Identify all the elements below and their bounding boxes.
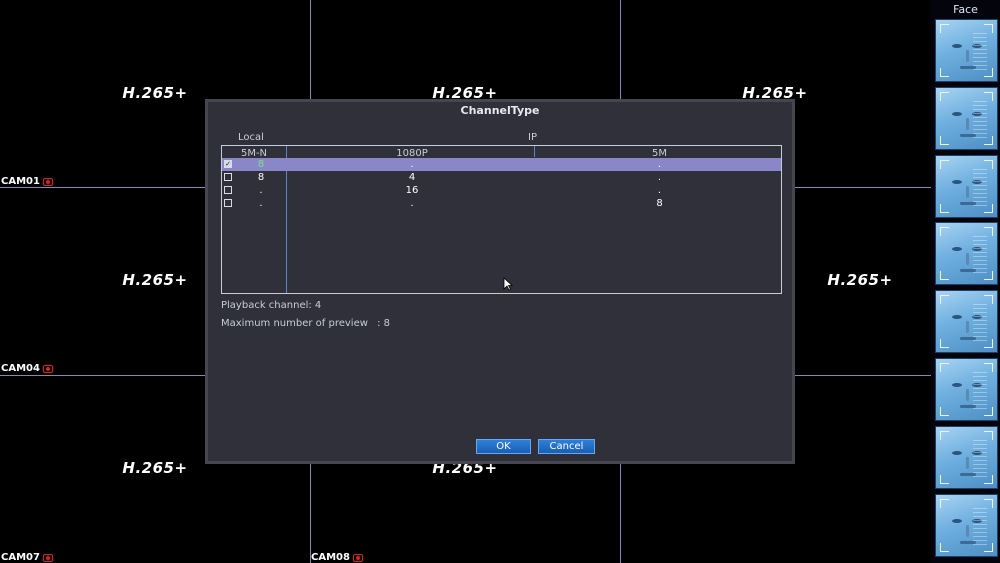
camera-name: CAM04 bbox=[1, 363, 53, 374]
playback-channel-info: Playback channel: 4 bbox=[221, 300, 322, 311]
cell-1080p: 16 bbox=[405, 185, 419, 196]
row-checkbox[interactable] bbox=[224, 199, 232, 207]
record-icon bbox=[42, 364, 53, 373]
cell-1080p: 4 bbox=[408, 172, 416, 183]
table-row[interactable]: ✓ 8 . . bbox=[222, 158, 781, 171]
channel-table: 5M-N 1080P 5M ✓ 8 . . 8 4 . . 16 . . . 8 bbox=[221, 145, 782, 294]
max-preview-info: Maximum number of preview : 8 bbox=[221, 318, 390, 329]
dialog-title: ChannelType bbox=[460, 104, 540, 117]
row-checkbox[interactable]: ✓ bbox=[224, 160, 232, 168]
record-icon bbox=[352, 553, 363, 562]
cell-5m-n: . bbox=[259, 198, 263, 209]
record-icon bbox=[42, 553, 53, 562]
camera-name-text: CAM04 bbox=[1, 363, 40, 374]
camera-name-text: CAM08 bbox=[311, 552, 350, 563]
face-thumbnail[interactable] bbox=[935, 290, 998, 354]
face-thumbnail[interactable] bbox=[935, 86, 998, 150]
group-label-local: Local bbox=[238, 132, 264, 143]
cell-5m: 8 bbox=[656, 198, 663, 209]
table-row[interactable]: . . 8 bbox=[222, 197, 781, 210]
ok-button[interactable]: OK bbox=[476, 439, 531, 454]
cell-5m: . bbox=[657, 159, 662, 170]
cell-1080p: . bbox=[410, 159, 414, 170]
table-row[interactable]: 8 4 . bbox=[222, 171, 781, 184]
mouse-cursor-icon bbox=[503, 277, 513, 291]
camera-name-text: CAM07 bbox=[1, 552, 40, 563]
cell-5m: . bbox=[657, 185, 662, 196]
cell-5m-n: 8 bbox=[257, 159, 265, 170]
row-checkbox[interactable] bbox=[224, 173, 232, 181]
face-thumbnail[interactable] bbox=[935, 154, 998, 218]
camera-name-text: CAM01 bbox=[1, 176, 40, 187]
face-thumbnail[interactable] bbox=[935, 358, 998, 421]
cell-1080p: . bbox=[410, 198, 414, 209]
codec-label: H.265+ bbox=[827, 271, 893, 289]
record-icon bbox=[42, 177, 53, 186]
column-separator bbox=[534, 146, 535, 157]
cell-5m: . bbox=[657, 172, 662, 183]
channel-type-dialog: ChannelType Local IP 5M-N 1080P 5M ✓ 8 .… bbox=[205, 99, 795, 464]
sidebar-title: Face bbox=[953, 3, 978, 16]
face-thumbnail[interactable] bbox=[935, 425, 998, 489]
row-checkbox[interactable] bbox=[224, 186, 232, 194]
cancel-button[interactable]: Cancel bbox=[538, 439, 595, 454]
cell-5m-n: . bbox=[259, 185, 263, 196]
camera-name: CAM07 bbox=[1, 552, 53, 563]
face-thumbnail[interactable] bbox=[935, 493, 998, 557]
face-thumbnail[interactable] bbox=[935, 222, 998, 286]
face-thumbnail[interactable] bbox=[935, 19, 998, 82]
group-label-ip: IP bbox=[528, 132, 537, 143]
camera-name: CAM01 bbox=[1, 176, 53, 187]
table-row[interactable]: . 16 . bbox=[222, 184, 781, 197]
face-sidebar: Face bbox=[931, 0, 1000, 563]
camera-name: CAM08 bbox=[311, 552, 363, 563]
max-preview-value: : 8 bbox=[377, 318, 391, 329]
max-preview-label: Maximum number of preview bbox=[221, 318, 368, 329]
cell-5m-n: 8 bbox=[257, 172, 265, 183]
